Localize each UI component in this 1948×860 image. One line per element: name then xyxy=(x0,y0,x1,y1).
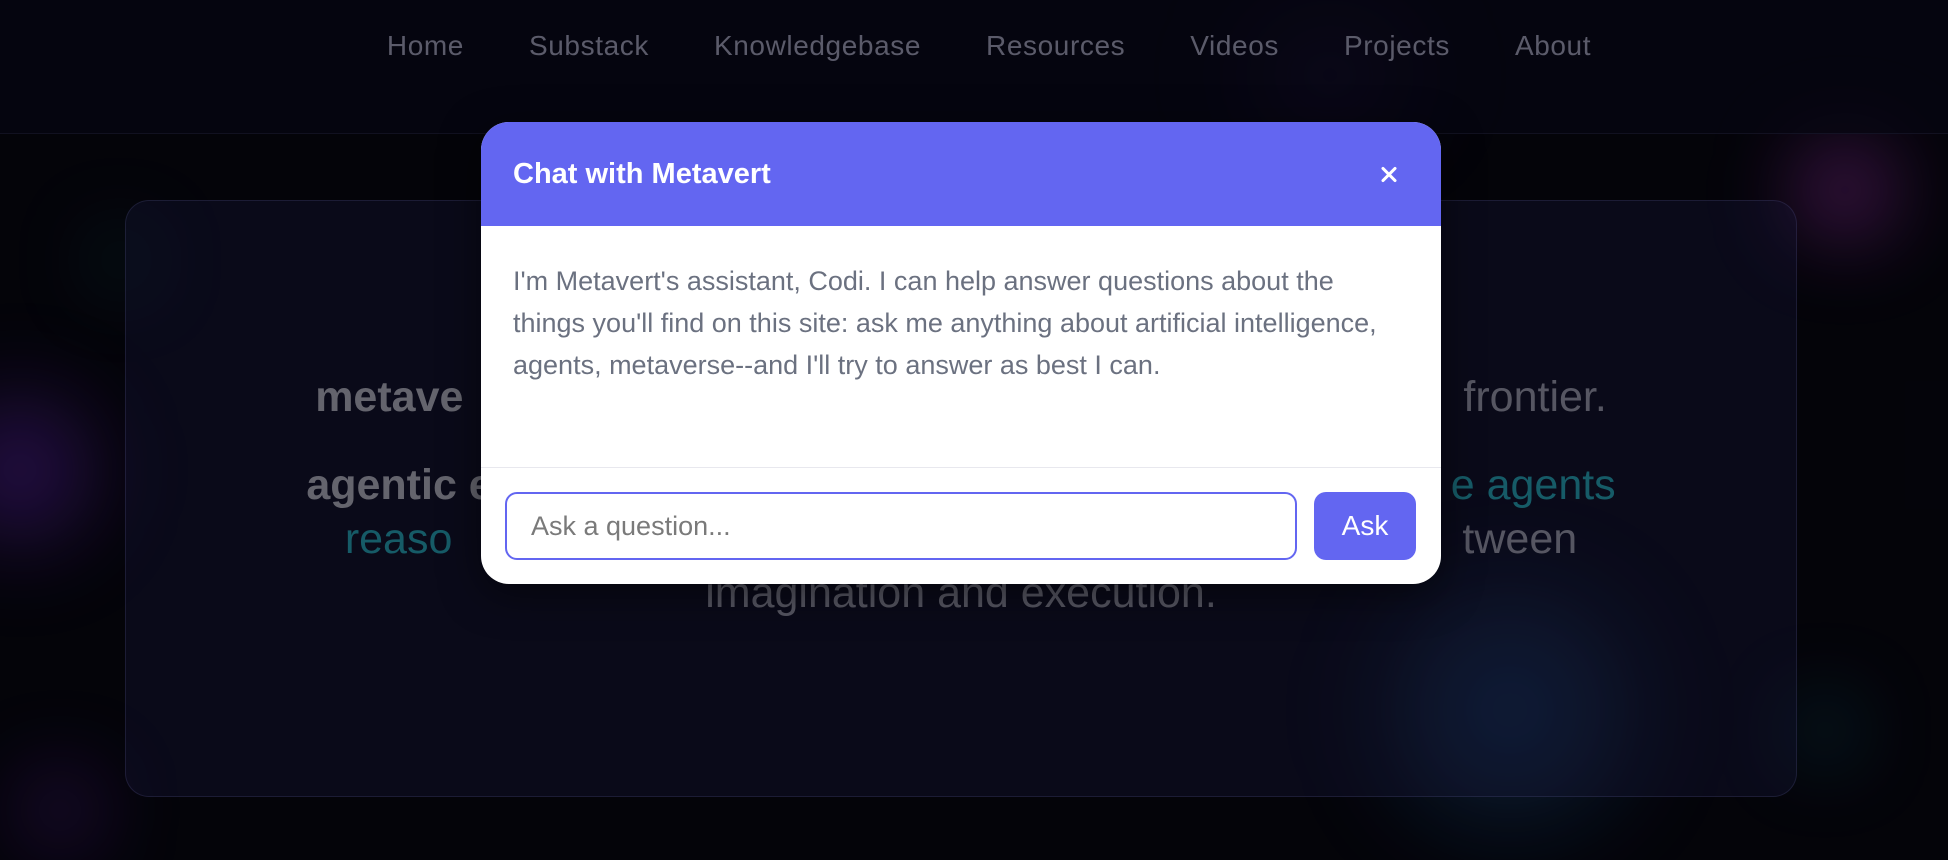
close-icon[interactable] xyxy=(1369,154,1409,194)
ask-button[interactable]: Ask xyxy=(1314,492,1416,560)
question-input[interactable] xyxy=(505,492,1297,560)
assistant-message: I'm Metavert's assistant, Codi. I can he… xyxy=(513,266,1377,380)
chat-modal: Chat with Metavert I'm Metavert's assist… xyxy=(481,122,1441,584)
chat-messages: I'm Metavert's assistant, Codi. I can he… xyxy=(481,226,1441,468)
chat-input-bar: Ask xyxy=(481,468,1441,584)
chat-modal-title: Chat with Metavert xyxy=(513,157,771,190)
chat-modal-header: Chat with Metavert xyxy=(481,122,1441,226)
